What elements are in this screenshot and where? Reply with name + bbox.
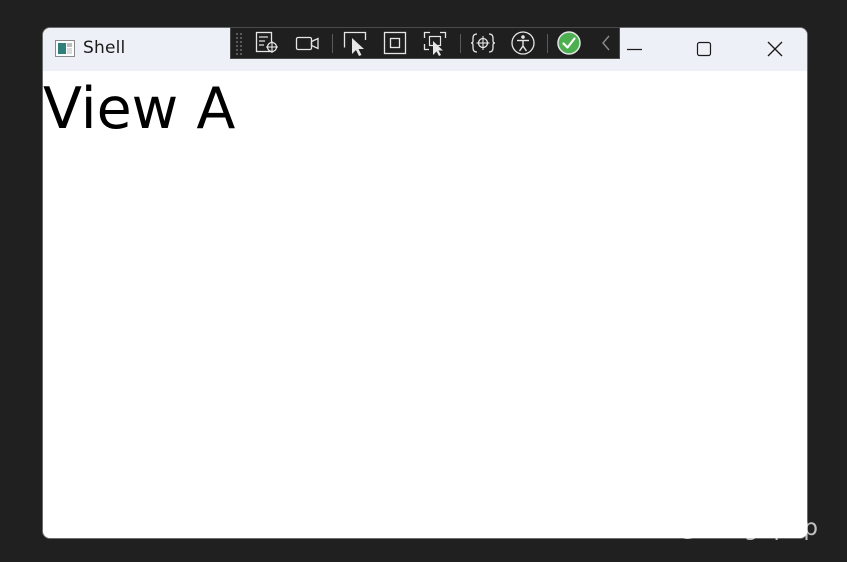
- close-icon: [767, 41, 783, 57]
- shell-window: Shell View A: [42, 27, 808, 539]
- accessibility-button[interactable]: [507, 28, 539, 58]
- hot-reload-status-icon: [557, 31, 581, 55]
- record-video-button[interactable]: [291, 28, 323, 58]
- close-button[interactable]: [751, 28, 797, 71]
- live-visual-tree-icon: [255, 31, 278, 53]
- track-focused-element-button[interactable]: [419, 28, 451, 58]
- window-app-icon[interactable]: [55, 40, 75, 57]
- live-visual-tree-button[interactable]: [251, 28, 283, 58]
- display-layout-adorners-icon: [383, 31, 407, 55]
- watermark: 知乎 @mingupup: [622, 515, 819, 541]
- display-layout-adorners-button[interactable]: [379, 28, 411, 58]
- toolbar-drag-handle[interactable]: [233, 28, 247, 58]
- select-element-button[interactable]: [339, 28, 371, 58]
- binding-failures-button[interactable]: [467, 28, 499, 58]
- xaml-debug-toolbar: [230, 27, 620, 59]
- hot-reload-status-button[interactable]: [553, 28, 585, 58]
- toolbar-separator: [547, 34, 548, 53]
- toolbar-separator: [332, 34, 333, 53]
- maximize-icon: [696, 41, 712, 57]
- track-focused-element-icon: [423, 31, 447, 56]
- maximize-button[interactable]: [680, 28, 726, 71]
- drag-handle-icon: [236, 33, 242, 55]
- binding-failures-icon: [470, 33, 496, 53]
- toolbar-separator: [460, 34, 461, 53]
- accessibility-icon: [511, 31, 535, 55]
- window-title: Shell: [83, 38, 126, 58]
- view-label: View A: [43, 76, 236, 142]
- content-region: View A: [43, 71, 807, 538]
- collapse-toolbar-button[interactable]: [595, 28, 617, 58]
- desktop: Shell View A 知乎 @mingupup: [0, 0, 847, 562]
- collapse-toolbar-icon: [602, 35, 610, 51]
- select-element-icon: [343, 31, 367, 56]
- record-video-icon: [295, 36, 319, 51]
